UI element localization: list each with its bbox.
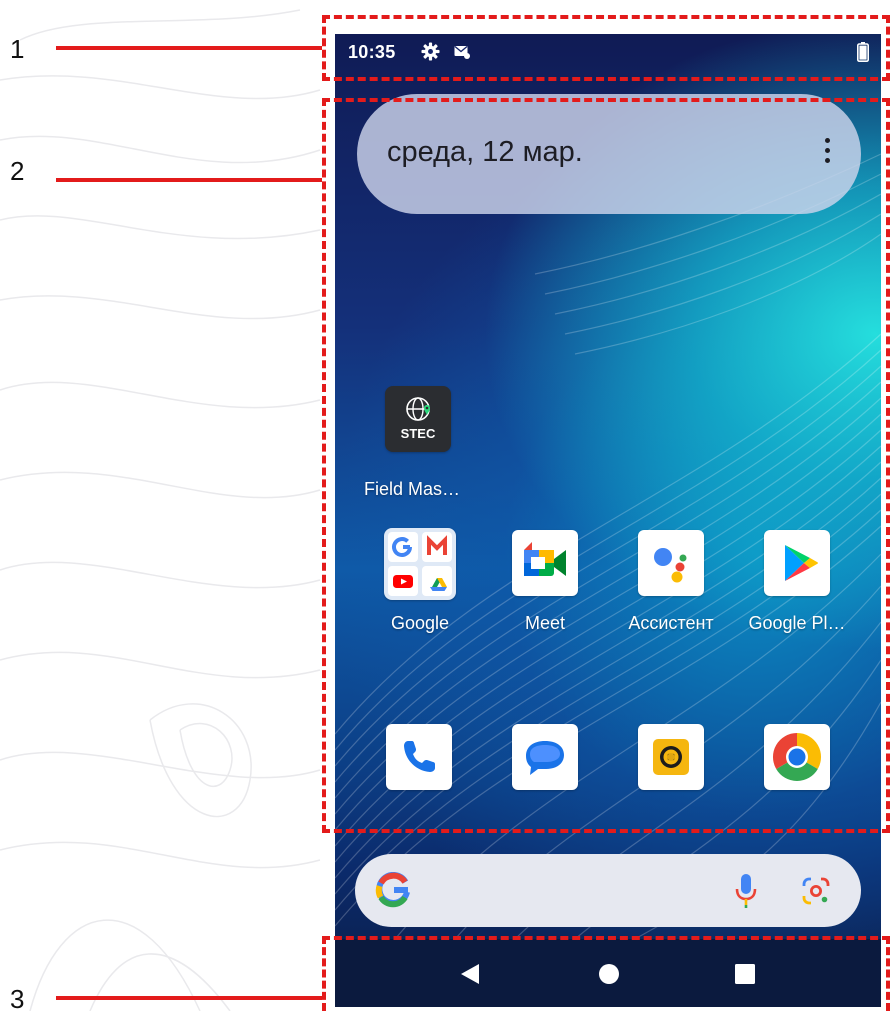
google-g-icon	[375, 872, 410, 908]
highlight-box-navigation-bar	[322, 936, 890, 1011]
callout-line-1	[56, 46, 322, 50]
callout-number-1: 1	[10, 34, 25, 64]
microphone-icon[interactable]	[733, 872, 759, 910]
callout-line-3	[56, 996, 322, 1000]
google-search-bar[interactable]	[355, 854, 861, 927]
lens-icon[interactable]	[801, 876, 831, 906]
highlight-box-home-screen	[322, 98, 890, 833]
callout-line-2	[56, 178, 322, 182]
highlight-box-status-bar	[322, 15, 890, 81]
callout-number-2: 2	[10, 156, 25, 186]
callout-number-3: 3	[10, 984, 25, 1014]
